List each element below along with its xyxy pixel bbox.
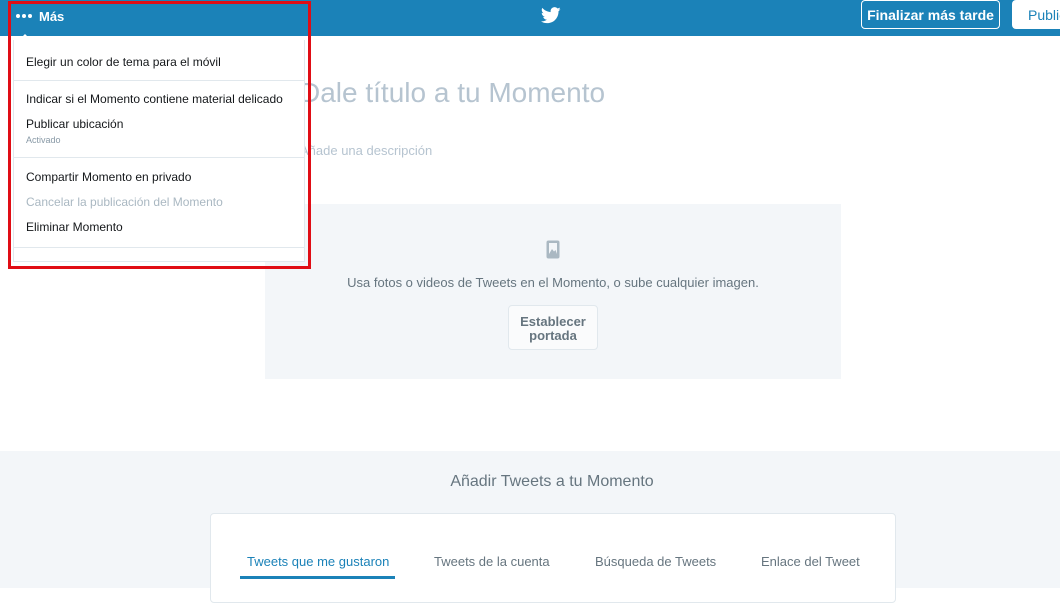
active-tab-indicator (240, 576, 395, 579)
highlight-box (8, 1, 311, 269)
tweet-source-tabs: Tweets que me gustaron Tweets de la cuen… (210, 513, 896, 603)
add-tweets-section: Añadir Tweets a tu Momento Tweets que me… (0, 451, 1060, 603)
tab-account-tweets[interactable]: Tweets de la cuenta (434, 554, 550, 569)
add-tweets-title: Añadir Tweets a tu Momento (450, 473, 654, 490)
moment-description-input[interactable]: Añade una descripción (300, 143, 432, 158)
cover-instructions: Usa fotos o videos de Tweets en el Momen… (347, 275, 759, 290)
finish-later-button[interactable]: Finalizar más tarde (861, 0, 1000, 29)
tab-liked-tweets[interactable]: Tweets que me gustaron (247, 554, 389, 569)
set-cover-button[interactable]: Establecer portada (508, 305, 598, 350)
moment-title-input[interactable]: Dale título a tu Momento (300, 77, 605, 109)
tab-tweet-link[interactable]: Enlace del Tweet (761, 554, 860, 569)
twitter-bird-icon (541, 7, 561, 24)
cover-area: Usa fotos o videos de Tweets en el Momen… (265, 204, 841, 379)
tab-tweet-search[interactable]: Búsqueda de Tweets (595, 554, 716, 569)
publish-button[interactable]: Publicar (1012, 0, 1060, 29)
image-icon (546, 240, 560, 259)
